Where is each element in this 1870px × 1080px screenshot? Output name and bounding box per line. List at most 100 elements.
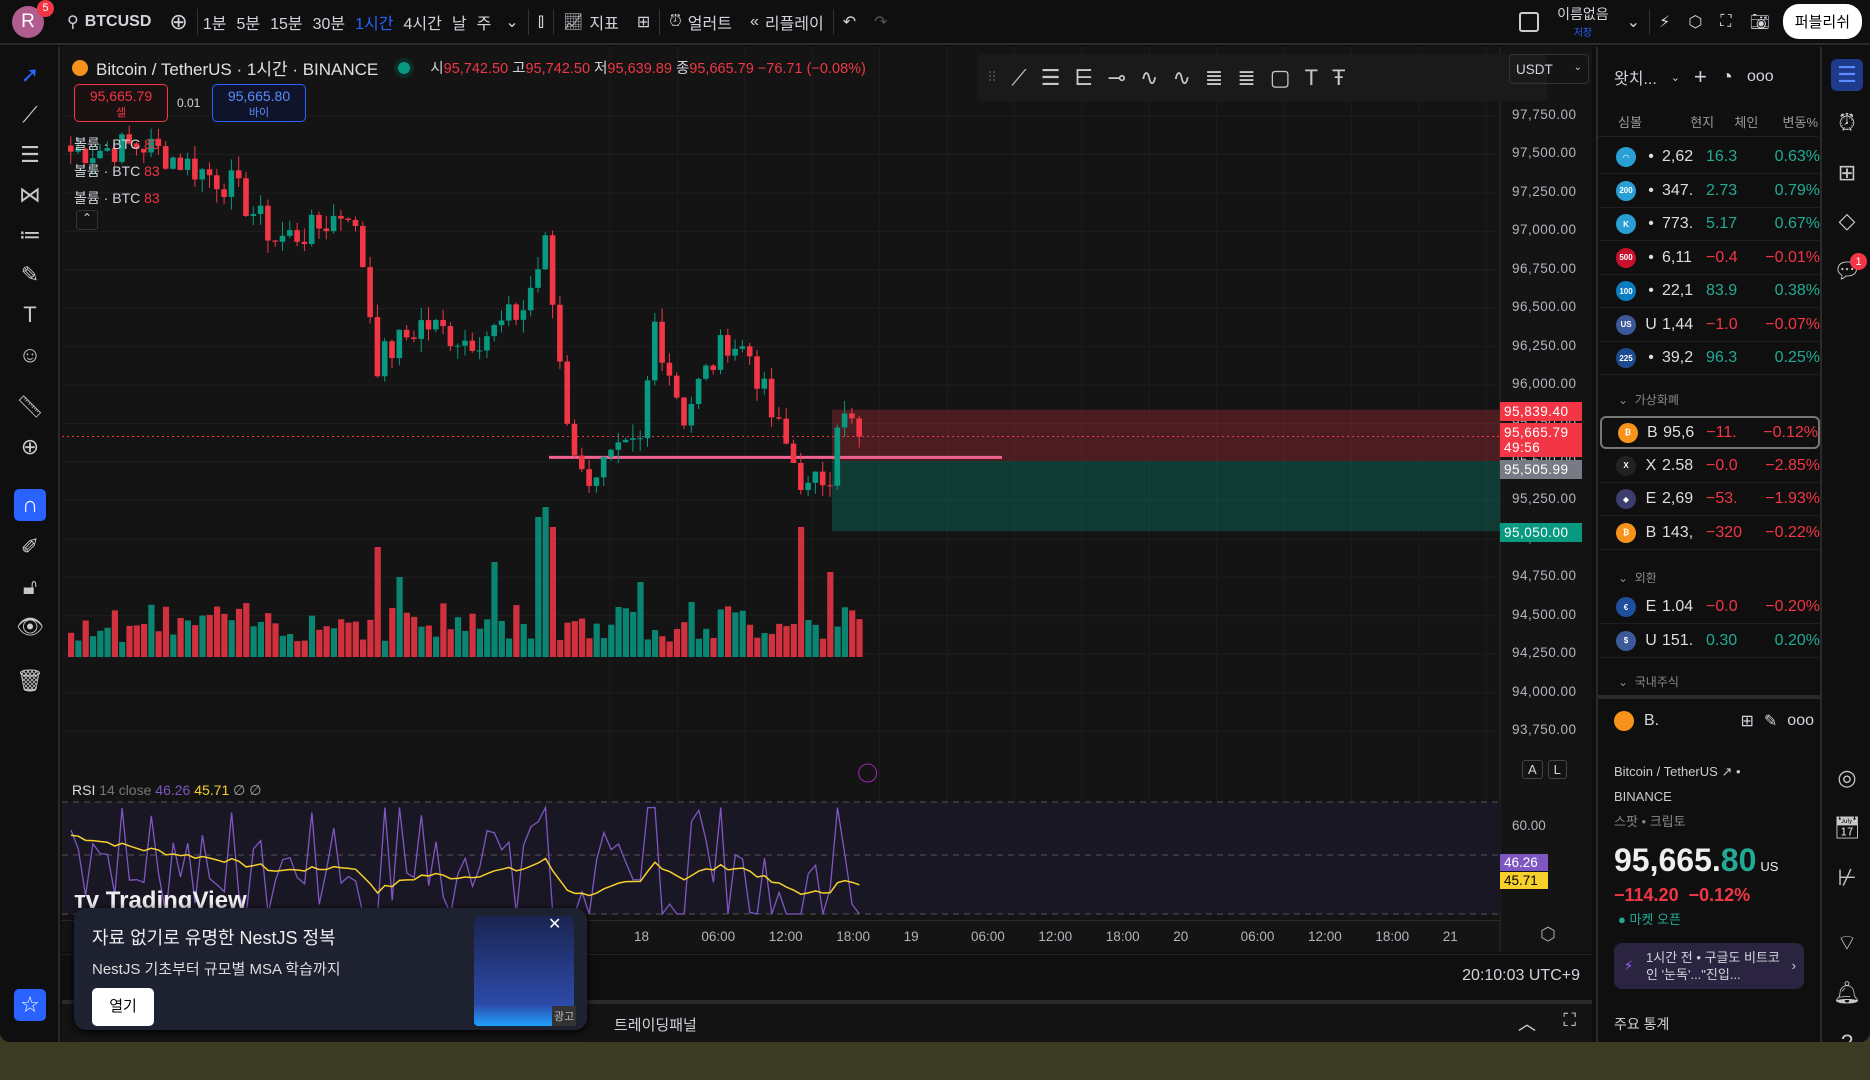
forecast-tool[interactable]: ≔ (14, 219, 46, 251)
layout-dropdown[interactable]: ⌄ (1618, 0, 1649, 44)
horizontal-ray-icon[interactable]: ⊸ (1108, 65, 1126, 91)
watchlist-row[interactable]: ₿ B 143, −320 −0.22% (1600, 517, 1820, 550)
watchlist-section[interactable]: ⌄ 가상화폐 (1618, 391, 1679, 408)
watchlist-row[interactable]: K • 773. 5.17 0.67% (1600, 208, 1820, 241)
volume-legend-row[interactable]: 볼륨 · BTC 83 (74, 158, 160, 185)
more-icon[interactable]: ooo (1787, 712, 1814, 730)
cursor-tool[interactable]: ➚ (14, 59, 46, 91)
lock-tool[interactable]: 🔓︎ (14, 571, 46, 603)
more-icon[interactable]: ooo (1747, 68, 1774, 86)
rsi-legend[interactable]: RSI 14 close 46.26 45.71 ∅ ∅ (72, 782, 261, 799)
hide-tool[interactable]: 👁︎ (14, 611, 46, 643)
measure-tool[interactable]: 📏︎ (14, 391, 46, 423)
trading-panel-label[interactable]: 트레이딩패널 (614, 1014, 697, 1035)
brush-tool[interactable]: ✎ (14, 259, 46, 291)
watchlist-row[interactable]: € E 1.04 −0.0 −0.20% (1600, 591, 1820, 624)
interval-3[interactable]: 30분 (308, 0, 351, 44)
undo-button[interactable]: ↶ (834, 0, 865, 44)
trendline-tool[interactable]: ⟋ (14, 99, 46, 131)
fib-extension-icon[interactable]: ≣ (1237, 65, 1255, 91)
chevron-up-icon[interactable]: ︿ (1518, 1010, 1536, 1036)
watchlist-row[interactable]: 100 • 22,1 83.9 0.38% (1600, 275, 1820, 308)
templates-button[interactable]: ⊞ (628, 0, 659, 44)
emoji-tool[interactable]: ☺ (14, 339, 46, 371)
options-button[interactable]: ⊬ (1831, 862, 1863, 894)
volume-legend-row[interactable]: 볼륨 · BTC 83 (74, 185, 160, 212)
edit-icon[interactable]: ✎ (1764, 711, 1777, 731)
watchlist-row[interactable]: 225 • 39,2 96.3 0.25% (1600, 342, 1820, 375)
rectangle-icon[interactable]: ▢ (1270, 65, 1291, 91)
object-tree-button[interactable]: ⊞ (1831, 157, 1863, 189)
currency-select[interactable]: USDT ⌄ (1509, 54, 1589, 84)
trendline-icon[interactable]: ⟋ (1011, 65, 1026, 91)
axis-settings-icon[interactable]: ⬡ (1540, 924, 1556, 945)
chart-type-button[interactable]: ⫾ (529, 0, 553, 44)
auto-scale-button[interactable]: A (1522, 760, 1543, 779)
replay-button[interactable]: «리플레이 (741, 0, 833, 44)
magnet-tool[interactable]: ∩ (14, 489, 46, 521)
fib-retracement-icon[interactable]: ≣ (1205, 65, 1223, 91)
ad-open-button[interactable]: 열기 (92, 988, 154, 1026)
redo-button[interactable]: ↷ (865, 0, 896, 44)
text-tool[interactable]: T (14, 299, 46, 331)
alert-button[interactable]: ⏰︎ 얼러트 (660, 0, 741, 44)
clock[interactable]: 20:10:03 UTC+9 (1462, 967, 1580, 985)
column-header[interactable]: 체인 (1720, 112, 1758, 131)
watchlist-row[interactable]: ◆ E 2,69 −53. −1.93% (1600, 483, 1820, 516)
interval-5[interactable]: 4시간 (398, 0, 446, 44)
external-link-icon[interactable]: ↗ (1721, 764, 1732, 779)
news-card[interactable]: ⚡︎ 1시간 전 • 구글도 비트코인 '눈독'..."진입... › (1614, 943, 1804, 989)
interval-1[interactable]: 5분 (231, 0, 265, 44)
layout-button[interactable] (1510, 0, 1548, 44)
watchlist-row[interactable]: ₿ B 95,6 −11. −0.12% (1600, 416, 1820, 449)
publish-button[interactable]: 퍼블리쉬 (1782, 4, 1862, 39)
favorites-button[interactable]: ☆ (14, 989, 46, 1021)
chevron-down-icon[interactable]: ⌄ (1671, 71, 1680, 84)
maximize-icon[interactable]: ⛶ (1563, 1010, 1576, 1031)
quick-search-button[interactable]: ⚡︎ (1650, 0, 1679, 44)
grid-icon[interactable]: ⊞ (1740, 711, 1753, 731)
interval-dropdown[interactable]: ⌄ (496, 0, 527, 44)
drag-handle-icon[interactable]: ⠿ (987, 69, 997, 86)
fib-tool[interactable]: ☰ (14, 139, 46, 171)
zoom-tool[interactable]: ⊕ (14, 431, 46, 463)
collapse-legend-button[interactable]: ⌃ (76, 210, 98, 230)
watchlist-row[interactable]: ◠ • 2,62 16.3 0.63% (1600, 141, 1820, 174)
screener-button[interactable]: ◎ (1831, 762, 1863, 794)
wave-15-icon[interactable]: ∿ (1140, 65, 1158, 91)
symbol-search[interactable]: ⚲ BTCUSD (58, 0, 160, 44)
watchlist-row[interactable]: X X 2.58 −0.0 −2.85% (1600, 450, 1820, 483)
symbol-title[interactable]: Bitcoin / TetherUS · 1시간 · BINANCE (96, 55, 378, 80)
close-icon[interactable]: ✕ (548, 914, 561, 934)
watchlist-row[interactable]: $ U 151. 0.30 0.20% (1600, 625, 1820, 658)
ad-title[interactable]: 자료 없기로 유명한 NestJS 정복 (92, 924, 336, 950)
interval-4[interactable]: 1시간 (350, 0, 398, 44)
interval-7[interactable]: 주 (472, 0, 497, 44)
column-header[interactable]: 심볼 (1618, 112, 1670, 131)
text-icon[interactable]: T (1305, 65, 1318, 91)
layers-button[interactable]: ◇ (1831, 205, 1863, 237)
key-stats-heading[interactable]: 주요 통계 (1614, 1014, 1669, 1034)
notifications-button[interactable]: 🔔︎ (1831, 977, 1863, 1009)
fib-fan-icon[interactable]: ⋿ (1074, 65, 1093, 91)
watchlist-button[interactable]: ☰ (1831, 59, 1863, 91)
details-name[interactable]: Bitcoin / TetherUS (1614, 764, 1718, 779)
calendar-button[interactable]: 📅︎ (1831, 812, 1863, 844)
chart-pane[interactable]: 97,750.00 97,500.00 97,250.00 97,000.00 96,7… (62, 47, 1592, 952)
pie-chart-icon[interactable]: ◔ (1721, 66, 1733, 89)
watchlist-row[interactable]: 500 • 6,11 −0.4 −0.01% (1600, 242, 1820, 275)
fullscreen-button[interactable]: ⛶ (1711, 0, 1740, 44)
watchlist-section[interactable]: ⌄ 국내주식 (1618, 673, 1679, 690)
delete-tool[interactable]: 🗑︎ (14, 665, 46, 697)
help-button[interactable]: ? (1831, 1027, 1863, 1042)
pattern-tool[interactable]: ⋈ (14, 179, 46, 211)
watchlist-row[interactable]: US U 1,44 −1.0 −0.07% (1600, 309, 1820, 342)
news-feed-button[interactable]: ⌔ (1831, 927, 1863, 959)
sell-button[interactable]: 95,665.79 셀 (74, 84, 168, 122)
log-scale-button[interactable]: L (1547, 760, 1567, 779)
chat-button[interactable]: 💬︎ 1 (1831, 253, 1867, 287)
interval-2[interactable]: 15분 (265, 0, 308, 44)
watchlist-title[interactable]: 왓치... (1614, 65, 1657, 89)
wave-ac-icon[interactable]: ∿ (1172, 65, 1190, 91)
parallel-lines-icon[interactable]: ☰ (1041, 65, 1061, 91)
